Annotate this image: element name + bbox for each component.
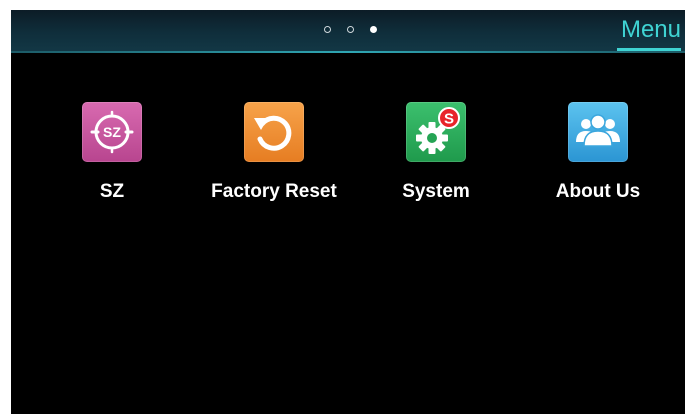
about-us-people-icon[interactable] bbox=[568, 102, 628, 162]
menu-title[interactable]: Menu bbox=[621, 16, 681, 44]
page-dot-2[interactable] bbox=[347, 26, 354, 33]
sz-icon-text: SZ bbox=[103, 124, 121, 140]
app-label-about-us[interactable]: About Us bbox=[518, 181, 678, 203]
factory-reset-icon[interactable] bbox=[244, 102, 304, 162]
sz-icon[interactable]: SZ bbox=[82, 102, 142, 162]
top-bar: Menu bbox=[11, 10, 685, 51]
app-factory-reset[interactable]: Factory Reset bbox=[194, 102, 354, 203]
app-label-sz[interactable]: SZ bbox=[32, 181, 192, 203]
top-bar-divider bbox=[11, 51, 685, 53]
page-dot-1[interactable] bbox=[324, 26, 331, 33]
system-badge-text: S bbox=[444, 111, 454, 128]
screen: Menu SZ SZ Factory Reset S System About … bbox=[11, 10, 685, 414]
app-sz[interactable]: SZ SZ bbox=[32, 102, 192, 203]
page-indicator bbox=[324, 26, 377, 35]
app-label-system[interactable]: System bbox=[356, 181, 516, 203]
system-gear-icon[interactable]: S bbox=[406, 102, 466, 162]
app-system[interactable]: S System bbox=[356, 102, 516, 203]
app-about-us[interactable]: About Us bbox=[518, 102, 678, 203]
page-dot-3-active[interactable] bbox=[370, 26, 377, 33]
app-label-factory-reset[interactable]: Factory Reset bbox=[194, 181, 354, 203]
